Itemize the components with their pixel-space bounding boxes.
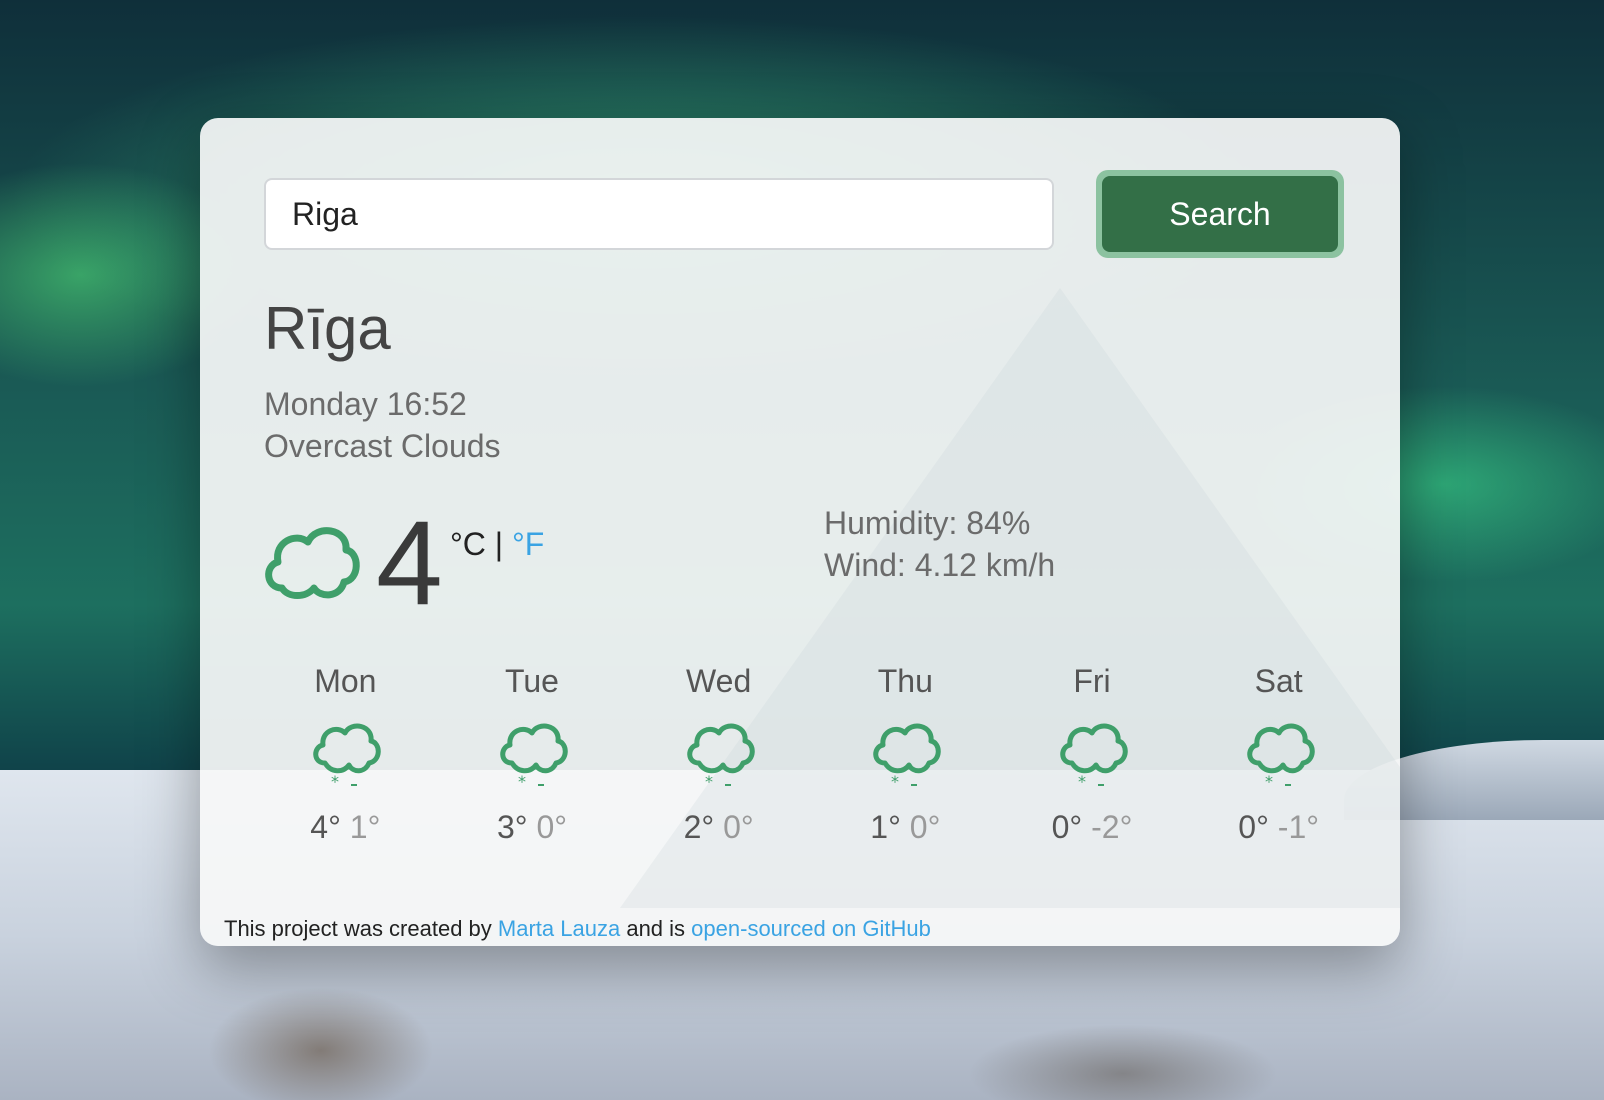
- weather-description: Overcast Clouds: [264, 428, 501, 464]
- snow-cloud-icon: *: [500, 723, 568, 791]
- forecast-max: 0°: [1051, 809, 1083, 845]
- forecast-temps: 0° -2°: [999, 809, 1186, 846]
- unit-separator: |: [494, 526, 504, 562]
- forecast-max: 1°: [870, 809, 901, 845]
- forecast-max: 3°: [496, 809, 528, 845]
- forecast-day: Tue * 3° 0°: [439, 663, 626, 846]
- snow-cloud-icon: *: [1246, 723, 1315, 791]
- forecast-min: 0°: [536, 809, 568, 845]
- forecast-day-name: Thu: [877, 663, 933, 699]
- forecast-day: Fri * 0° -2°: [999, 663, 1186, 846]
- forecast-min: -2°: [1091, 809, 1133, 845]
- weather-details: Humidity: 84% Wind: 4.12 km/h: [824, 502, 1055, 586]
- forecast-temps: 2° 0°: [625, 809, 812, 846]
- humidity: Humidity: 84%: [824, 505, 1031, 541]
- forecast: Mon * 4° 1° Tue * 3° 0° Wed * 2° 0° Thu * 1° 0° Fri *…: [252, 663, 1372, 846]
- snow-cloud-icon: *: [686, 723, 755, 791]
- svg-text:*: *: [705, 772, 713, 791]
- forecast-min: -1°: [1277, 809, 1320, 845]
- forecast-day: Sat * 0° -1°: [1185, 663, 1372, 846]
- forecast-max: 0°: [1238, 809, 1269, 845]
- forecast-max: 2°: [683, 809, 715, 845]
- wind: Wind: 4.12 km/h: [824, 547, 1056, 583]
- footer-prefix: This project was created by: [224, 916, 492, 941]
- forecast-day: Thu * 1° 0°: [812, 663, 999, 846]
- snow-cloud-icon: *: [873, 723, 942, 791]
- weather-card: Search Rīga Monday 16:52 Overcast Clouds…: [200, 118, 1400, 946]
- forecast-day-name: Sat: [1254, 663, 1303, 699]
- forecast-day-name: Mon: [314, 663, 377, 699]
- footer-middle: and is: [626, 916, 686, 941]
- svg-text:*: *: [518, 772, 526, 791]
- city-name: Rīga: [264, 295, 391, 362]
- svg-text:*: *: [1078, 772, 1086, 791]
- search-button-focus-ring: Search: [1096, 170, 1344, 258]
- forecast-temps: 4° 1°: [252, 809, 439, 846]
- forecast-temps: 3° 0°: [439, 809, 626, 846]
- search-button[interactable]: Search: [1102, 176, 1338, 252]
- snow-cloud-icon: *: [313, 723, 382, 791]
- forecast-min: 0°: [909, 809, 941, 845]
- svg-text:*: *: [1265, 772, 1273, 791]
- current-temperature: 4: [376, 496, 443, 630]
- cloud-icon: [265, 527, 360, 599]
- fahrenheit-link[interactable]: °F: [512, 526, 544, 562]
- date-time: Monday 16:52: [264, 386, 467, 422]
- forecast-min: 0°: [723, 809, 754, 845]
- forecast-day: Wed * 2° 0°: [625, 663, 812, 846]
- github-link[interactable]: open-sourced on GitHub: [691, 916, 931, 941]
- author-link[interactable]: Marta Lauza: [498, 916, 620, 941]
- forecast-max: 4°: [310, 809, 341, 845]
- svg-text:*: *: [331, 772, 339, 791]
- celsius-unit[interactable]: °C: [450, 526, 486, 562]
- snow-cloud-icon: *: [1060, 723, 1128, 791]
- forecast-day: Mon * 4° 1°: [252, 663, 439, 846]
- unit-toggle: °C | °F: [450, 526, 544, 563]
- svg-text:*: *: [891, 772, 899, 791]
- forecast-temps: 0° -1°: [1185, 809, 1372, 846]
- footer: This project was created by Marta Lauza …: [224, 916, 931, 942]
- forecast-min: 1°: [349, 809, 381, 845]
- forecast-day-name: Tue: [505, 663, 559, 699]
- forecast-day-name: Fri: [1073, 663, 1111, 699]
- forecast-temps: 1° 0°: [812, 809, 999, 846]
- city-search-input[interactable]: [264, 178, 1054, 250]
- forecast-day-name: Wed: [686, 663, 752, 699]
